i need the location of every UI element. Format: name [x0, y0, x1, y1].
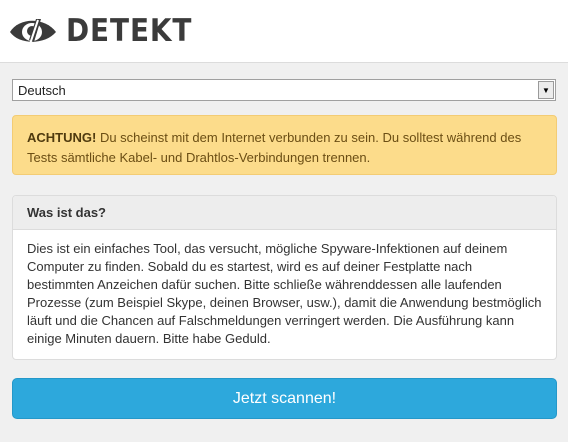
triangle-down-icon[interactable]: ▼	[538, 81, 554, 99]
warning-alert: ACHTUNG! Du scheinst mit dem Internet ve…	[12, 115, 557, 175]
logo: DETEKT	[8, 6, 206, 56]
warning-alert-title: ACHTUNG!	[27, 130, 97, 145]
info-panel: Was ist das? Dies ist ein einfaches Tool…	[12, 195, 557, 360]
language-select-value: Deutsch	[18, 83, 66, 98]
scan-button[interactable]: Jetzt scannen!	[12, 378, 557, 419]
app-header: DETEKT	[0, 0, 568, 63]
info-panel-body: Dies ist ein einfaches Tool, das versuch…	[27, 241, 542, 346]
logo-text: DETEKT	[66, 12, 193, 49]
warning-alert-text: Du scheinst mit dem Internet verbunden z…	[27, 130, 522, 165]
info-panel-title: Was ist das?	[13, 196, 556, 230]
eye-icon	[10, 19, 56, 45]
language-select[interactable]: Deutsch ▼	[12, 79, 556, 101]
